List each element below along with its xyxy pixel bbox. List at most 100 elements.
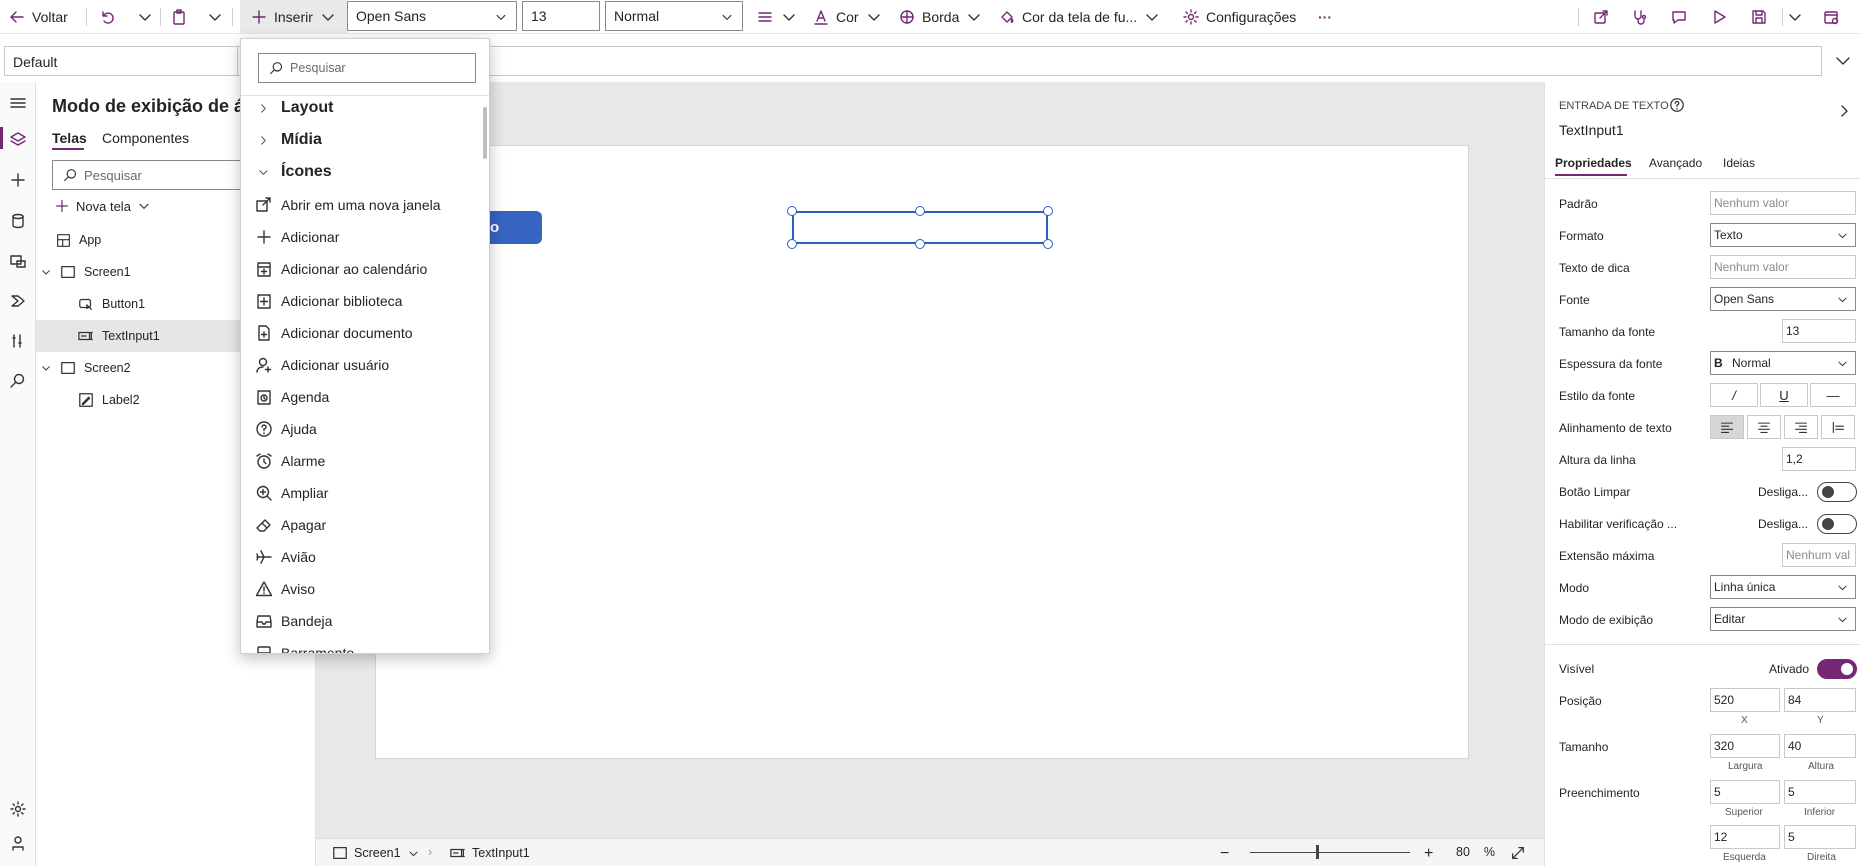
hint-text-input[interactable]: Nenhum valor <box>1710 255 1856 279</box>
menu-item-alarm[interactable]: Alarme <box>241 445 481 477</box>
tools-icon[interactable] <box>9 332 27 350</box>
format-dropdown[interactable]: Texto <box>1710 223 1856 247</box>
border-button[interactable]: Borda <box>898 0 983 33</box>
category-layout[interactable]: Layout <box>241 93 481 123</box>
menu-item-tray[interactable]: Bandeja <box>241 605 481 637</box>
database-icon[interactable] <box>9 212 27 230</box>
back-button[interactable]: Voltar <box>8 0 68 33</box>
menu-item-zoom-in[interactable]: Ampliar <box>241 477 481 509</box>
font-size-input[interactable]: 13 <box>1782 319 1856 343</box>
height-input[interactable]: 40 <box>1784 734 1856 758</box>
italic-button[interactable]: / <box>1710 383 1758 407</box>
color-button[interactable]: Cor <box>812 0 883 33</box>
menu-item-add-library[interactable]: Adicionar biblioteca <box>241 285 481 317</box>
menu-item-add[interactable]: Adicionar <box>241 221 481 253</box>
padding-left-input[interactable]: 12 <box>1710 825 1780 849</box>
clear-button-toggle[interactable] <box>1817 482 1857 502</box>
publish-button[interactable] <box>1822 0 1840 33</box>
align-right-button[interactable] <box>1784 415 1818 439</box>
zoom-in-button[interactable]: + <box>1424 845 1433 863</box>
gear-icon[interactable] <box>9 800 27 818</box>
paste-button[interactable] <box>170 0 188 33</box>
menu-item-add-user[interactable]: Adicionar usuário <box>241 349 481 381</box>
chevron-down-icon[interactable] <box>1834 52 1852 70</box>
resize-handle[interactable] <box>915 239 925 249</box>
default-input[interactable]: Nenhum valor <box>1710 191 1856 215</box>
line-height-input[interactable]: 1,2 <box>1782 447 1856 471</box>
insert-search-input[interactable]: Pesquisar <box>258 53 476 83</box>
menu-item-add-calendar[interactable]: Adicionar ao calendário <box>241 253 481 285</box>
tab-componentes[interactable]: Componentes <box>102 130 189 146</box>
max-length-input[interactable]: Nenhum val <box>1782 543 1856 567</box>
tab-telas[interactable]: Telas <box>52 130 87 146</box>
zoom-out-button[interactable]: − <box>1220 845 1229 863</box>
align-justify-button[interactable] <box>1821 415 1855 439</box>
font-dropdown[interactable]: Open Sans <box>1710 287 1856 311</box>
preview-button[interactable] <box>1710 0 1728 33</box>
menu-item-open-new-window[interactable]: Abrir em uma nova janela <box>241 189 481 221</box>
menu-item-bus[interactable]: Barramento <box>241 637 481 653</box>
padding-right-input[interactable]: 5 <box>1784 825 1856 849</box>
menu-item-airplane[interactable]: Avião <box>241 541 481 573</box>
font-weight-dropdown[interactable]: Normal <box>605 1 743 31</box>
font-family-dropdown[interactable]: Open Sans <box>347 1 517 31</box>
resize-handle[interactable] <box>787 239 797 249</box>
mode-dropdown[interactable]: Linha única <box>1710 575 1856 599</box>
virtual-agent-icon[interactable] <box>9 834 27 852</box>
strikethrough-button[interactable]: — <box>1810 383 1856 407</box>
underline-button[interactable]: U <box>1760 383 1808 407</box>
width-input[interactable]: 320 <box>1710 734 1780 758</box>
more-button[interactable]: ··· <box>1318 0 1332 33</box>
status-control-selector[interactable]: TextInput1 <box>450 845 530 861</box>
undo-button[interactable] <box>98 0 116 33</box>
display-mode-dropdown[interactable]: Editar <box>1710 607 1856 631</box>
save-dropdown[interactable] <box>1786 0 1804 33</box>
resize-handle[interactable] <box>915 206 925 216</box>
font-size-input[interactable]: 13 <box>522 1 600 31</box>
tab-propriedades[interactable]: Propriedades <box>1555 156 1632 170</box>
tab-avancado[interactable]: Avançado <box>1649 156 1702 170</box>
menu-item-eraser[interactable]: Apagar <box>241 509 481 541</box>
category-midia[interactable]: Mídia <box>241 125 481 155</box>
menu-item-warning[interactable]: Aviso <box>241 573 481 605</box>
position-y-input[interactable]: 84 <box>1784 688 1856 712</box>
align-left-button[interactable] <box>1710 415 1744 439</box>
zoom-slider-track[interactable] <box>1250 852 1410 853</box>
resize-handle[interactable] <box>1043 239 1053 249</box>
search-icon[interactable] <box>9 372 27 390</box>
power-automate-icon[interactable] <box>9 292 27 310</box>
spellcheck-toggle[interactable] <box>1817 514 1857 534</box>
font-weight-dropdown[interactable]: B Normal <box>1710 351 1856 375</box>
media-icon[interactable] <box>9 252 27 270</box>
chevron-down-icon[interactable] <box>40 266 52 278</box>
chevron-down-icon[interactable] <box>40 362 52 374</box>
position-x-input[interactable]: 520 <box>1710 688 1780 712</box>
comments-button[interactable] <box>1670 0 1688 33</box>
settings-button[interactable]: Configurações <box>1182 0 1296 33</box>
share-button[interactable] <box>1592 0 1610 33</box>
tab-ideias[interactable]: Ideias <box>1723 156 1755 170</box>
zoom-slider-thumb[interactable] <box>1316 845 1319 859</box>
resize-handle[interactable] <box>787 206 797 216</box>
property-selector[interactable]: Default <box>4 46 238 76</box>
menu-item-agenda[interactable]: Agenda <box>241 381 481 413</box>
visible-toggle[interactable] <box>1817 659 1857 679</box>
align-center-button[interactable] <box>1747 415 1781 439</box>
new-screen-button[interactable]: Nova tela <box>54 198 151 214</box>
chevron-right-icon[interactable] <box>1835 102 1853 120</box>
plus-icon[interactable] <box>9 171 27 189</box>
padding-bottom-input[interactable]: 5 <box>1784 780 1856 804</box>
undo-dropdown[interactable] <box>136 0 154 33</box>
insert-button[interactable]: Inserir <box>240 0 347 33</box>
hamburger-menu-icon[interactable] <box>9 94 27 112</box>
app-checker-button[interactable] <box>1630 0 1648 33</box>
help-icon[interactable] <box>1669 97 1685 113</box>
resize-handle[interactable] <box>1043 206 1053 216</box>
fill-button[interactable]: Cor da tela de fu... <box>998 0 1161 33</box>
layers-icon[interactable] <box>9 130 27 148</box>
text-align-button[interactable] <box>756 0 798 33</box>
paste-dropdown[interactable] <box>206 0 224 33</box>
fit-to-window-icon[interactable] <box>1510 845 1526 861</box>
status-screen-selector[interactable]: Screen1 <box>332 845 420 861</box>
menu-item-add-document[interactable]: Adicionar documento <box>241 317 481 349</box>
